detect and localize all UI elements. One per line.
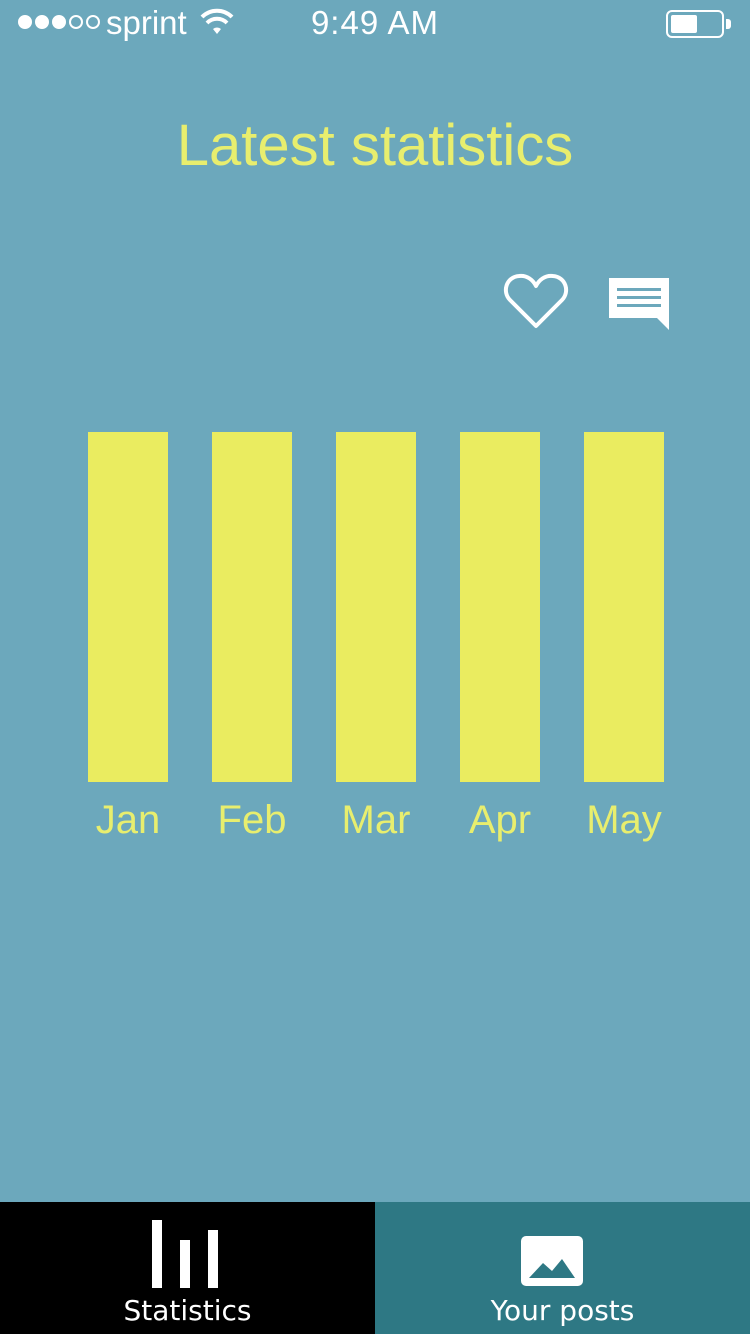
chart-bar-feb bbox=[212, 432, 292, 782]
chart-bar-may bbox=[584, 432, 664, 782]
bar-chart: Jan Feb Mar Apr May bbox=[0, 0, 750, 900]
tab-bar: Statistics Your posts bbox=[0, 1202, 750, 1334]
tab-statistics[interactable]: Statistics bbox=[0, 1202, 375, 1334]
chart-bar-apr bbox=[460, 432, 540, 782]
bar-chart-icon bbox=[152, 1218, 218, 1288]
tab-your-posts-label: Your posts bbox=[490, 1294, 635, 1327]
chart-label-jan: Jan bbox=[95, 798, 161, 842]
chart-label-mar: Mar bbox=[341, 798, 411, 842]
chart-label-apr: Apr bbox=[468, 798, 532, 842]
chart-label-may: May bbox=[586, 798, 662, 842]
chart-bar-jan bbox=[88, 432, 168, 782]
chart-bar-mar bbox=[336, 432, 416, 782]
chart-label-feb: Feb bbox=[217, 798, 287, 842]
tab-your-posts[interactable]: Your posts bbox=[375, 1202, 750, 1334]
image-icon bbox=[521, 1236, 583, 1286]
tab-statistics-label: Statistics bbox=[123, 1294, 252, 1327]
